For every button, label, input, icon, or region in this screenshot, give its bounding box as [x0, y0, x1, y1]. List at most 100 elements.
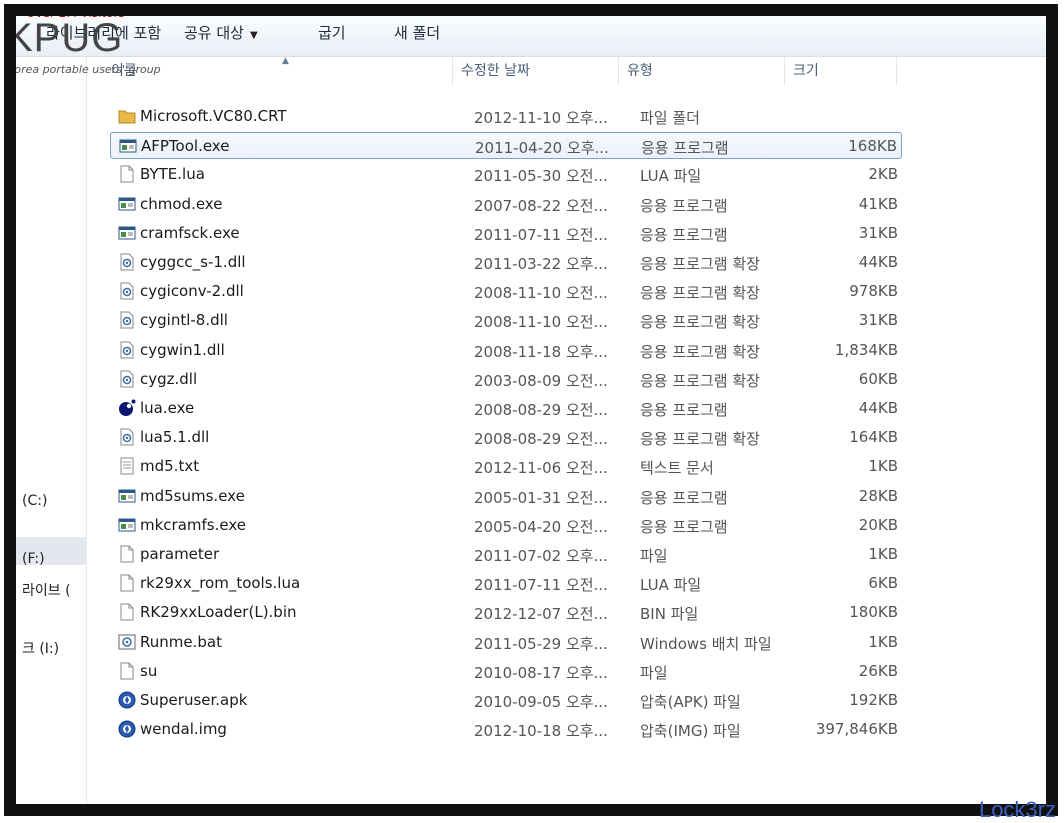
file-row[interactable]: RK29xxLoader(L).bin 2012-12-07 오전... BIN 파…: [110, 599, 902, 626]
file-icon: [118, 574, 136, 592]
file-row[interactable]: cygintl-8.dll 2008-11-10 오전... 응용 프로그램 확장 3…: [110, 307, 902, 334]
nav-drive-c[interactable]: (C:): [22, 493, 47, 509]
file-date: 2011-03-22 오후...: [474, 255, 608, 273]
file-type: 응용 프로그램: [640, 517, 728, 536]
dll-icon: [118, 370, 136, 388]
file-date: 2005-01-31 오전...: [474, 488, 608, 507]
file-type: 응용 프로그램: [640, 401, 728, 419]
file-icon: [118, 545, 136, 563]
file-row[interactable]: mkcramfs.exe 2005-04-20 오전... 응용 프로그램 20KB: [110, 512, 902, 539]
file-type: 압축(IMG) 파일: [640, 722, 741, 741]
column-type[interactable]: 유형: [619, 57, 785, 85]
file-type: 파일: [640, 663, 668, 682]
file-date: 2012-10-18 오후...: [474, 722, 608, 741]
file-row[interactable]: Superuser.apk 2010-09-05 오후... 압축(APK) 파일 1…: [110, 687, 902, 714]
kpug-logo: Over 2M Visitors KPUG korea portable use…: [8, 16, 176, 81]
file-date: 2010-09-05 오후...: [474, 693, 608, 711]
file-icon: [118, 603, 136, 621]
file-size: 20KB: [858, 515, 898, 534]
file-size: 1KB: [868, 545, 898, 563]
dll-icon: [118, 428, 136, 446]
file-size: 397,846KB: [815, 720, 898, 739]
file-name: lua.exe: [140, 399, 195, 417]
file-type: 응용 프로그램: [640, 488, 728, 507]
share-with-button[interactable]: 공유 대상 ▼: [184, 22, 258, 43]
file-date: 2008-11-10 오전...: [474, 284, 608, 303]
column-size[interactable]: 크기: [785, 57, 897, 85]
chevron-down-icon: ▼: [249, 30, 258, 41]
file-name: wendal.img: [140, 720, 227, 739]
file-row[interactable]: chmod.exe 2007-08-22 오전... 응용 프로그램 41KB: [110, 191, 902, 218]
file-size: 6KB: [868, 574, 898, 593]
file-type: 응용 프로그램 확장: [640, 371, 760, 390]
file-row[interactable]: cygiconv-2.dll 2008-11-10 오전... 응용 프로그램 확장…: [110, 278, 902, 305]
file-name: md5sums.exe: [140, 486, 245, 505]
dll-icon: [118, 253, 136, 271]
file-row[interactable]: wendal.img 2012-10-18 오후... 압축(IMG) 파일 397,…: [110, 716, 902, 743]
file-type: 응용 프로그램 확장: [640, 284, 760, 303]
file-size: 44KB: [858, 253, 898, 271]
file-row[interactable]: Microsoft.VC80.CRT 2012-11-10 오후... 파일 폴더: [110, 103, 902, 130]
file-row[interactable]: su 2010-08-17 오후... 파일 26KB: [110, 658, 902, 685]
file-row[interactable]: lua5.1.dll 2008-08-29 오전... 응용 프로그램 확장 164K…: [110, 424, 902, 451]
file-name: BYTE.lua: [140, 165, 205, 184]
file-size: 2KB: [868, 165, 898, 184]
file-row[interactable]: md5.txt 2012-11-06 오전... 텍스트 문서 1KB: [110, 453, 902, 480]
file-date: 2005-04-20 오전...: [474, 517, 608, 536]
file-row[interactable]: BYTE.lua 2011-05-30 오전... LUA 파일 2KB: [110, 161, 902, 188]
file-name: cramfsck.exe: [140, 223, 240, 242]
file-name: Microsoft.VC80.CRT: [140, 107, 287, 125]
file-size: 31KB: [858, 223, 898, 242]
file-date: 2008-08-29 오전...: [474, 430, 608, 449]
burn-button[interactable]: 굽기: [318, 22, 346, 43]
file-name: cygintl-8.dll: [140, 311, 228, 330]
file-size: 28KB: [858, 486, 898, 505]
navigation-pane: (C:) (F:) 라이브 ( 크 (I:): [16, 57, 87, 804]
file-row[interactable]: cygz.dll 2003-08-09 오전... 응용 프로그램 확장 60KB: [110, 366, 902, 393]
file-date: 2011-07-11 오전...: [474, 576, 608, 595]
file-name: cygwin1.dll: [140, 340, 225, 359]
column-header: 이름 수정한 날짜 유형 크기: [87, 57, 1046, 85]
file-row[interactable]: parameter 2011-07-02 오후... 파일 1KB: [110, 541, 902, 568]
file-type: 응용 프로그램: [640, 225, 728, 244]
file-date: 2011-07-02 오후...: [474, 547, 608, 565]
file-name: parameter: [140, 545, 220, 563]
file-size: 1KB: [868, 457, 898, 476]
file-type: 응용 프로그램 확장: [640, 313, 760, 332]
archive-icon: [118, 720, 136, 738]
file-size: 31KB: [858, 311, 898, 330]
file-size: 978KB: [849, 282, 898, 301]
column-date[interactable]: 수정한 날짜: [453, 57, 619, 85]
file-size: 192KB: [849, 691, 898, 709]
nav-drive-i[interactable]: 크 (I:): [22, 638, 59, 658]
file-type: 응용 프로그램 확장: [640, 342, 760, 361]
file-type: 응용 프로그램 확장: [640, 430, 760, 449]
archive-icon: [118, 691, 136, 709]
share-with-label: 공유 대상: [184, 24, 244, 42]
file-row[interactable]: md5sums.exe 2005-01-31 오전... 응용 프로그램 28KB: [110, 483, 902, 510]
file-icon: [118, 662, 136, 680]
logo-subtitle-text: korea portable users' group: [8, 63, 161, 76]
dll-icon: [118, 282, 136, 300]
file-row[interactable]: cramfsck.exe 2011-07-11 오전... 응용 프로그램 31KB: [110, 220, 902, 247]
file-row[interactable]: Runme.bat 2011-05-29 오후... Windows 배치 파일 1K…: [110, 629, 902, 656]
file-row[interactable]: lua.exe 2008-08-29 오전... 응용 프로그램 44KB: [110, 395, 902, 422]
file-size: 180KB: [849, 603, 898, 622]
file-row[interactable]: AFPTool.exe 2011-04-20 오후... 응용 프로그램 168KB: [110, 132, 902, 160]
file-row[interactable]: cygwin1.dll 2008-11-18 오후... 응용 프로그램 확장 1,8…: [110, 337, 902, 364]
file-size: 26KB: [858, 661, 898, 680]
file-name: cyggcc_s-1.dll: [140, 253, 246, 271]
file-date: 2011-05-29 오후...: [474, 634, 608, 653]
exe-icon: [118, 516, 136, 534]
file-type: 응용 프로그램 확장: [640, 255, 760, 273]
file-name: Superuser.apk: [140, 691, 248, 709]
nav-drive-f[interactable]: (F:): [22, 551, 45, 567]
watermark: Lock3rz: [978, 797, 1056, 822]
file-row[interactable]: rk29xx_rom_tools.lua 2011-07-11 오전... LUA …: [110, 570, 902, 597]
file-row[interactable]: cyggcc_s-1.dll 2011-03-22 오후... 응용 프로그램 확장…: [110, 249, 902, 276]
file-type: BIN 파일: [640, 605, 699, 624]
file-name: md5.txt: [140, 457, 200, 476]
file-date: 2011-04-20 오후...: [475, 139, 609, 158]
new-folder-button[interactable]: 새 폴더: [394, 22, 440, 43]
nav-drive-removable[interactable]: 라이브 (: [22, 580, 71, 600]
